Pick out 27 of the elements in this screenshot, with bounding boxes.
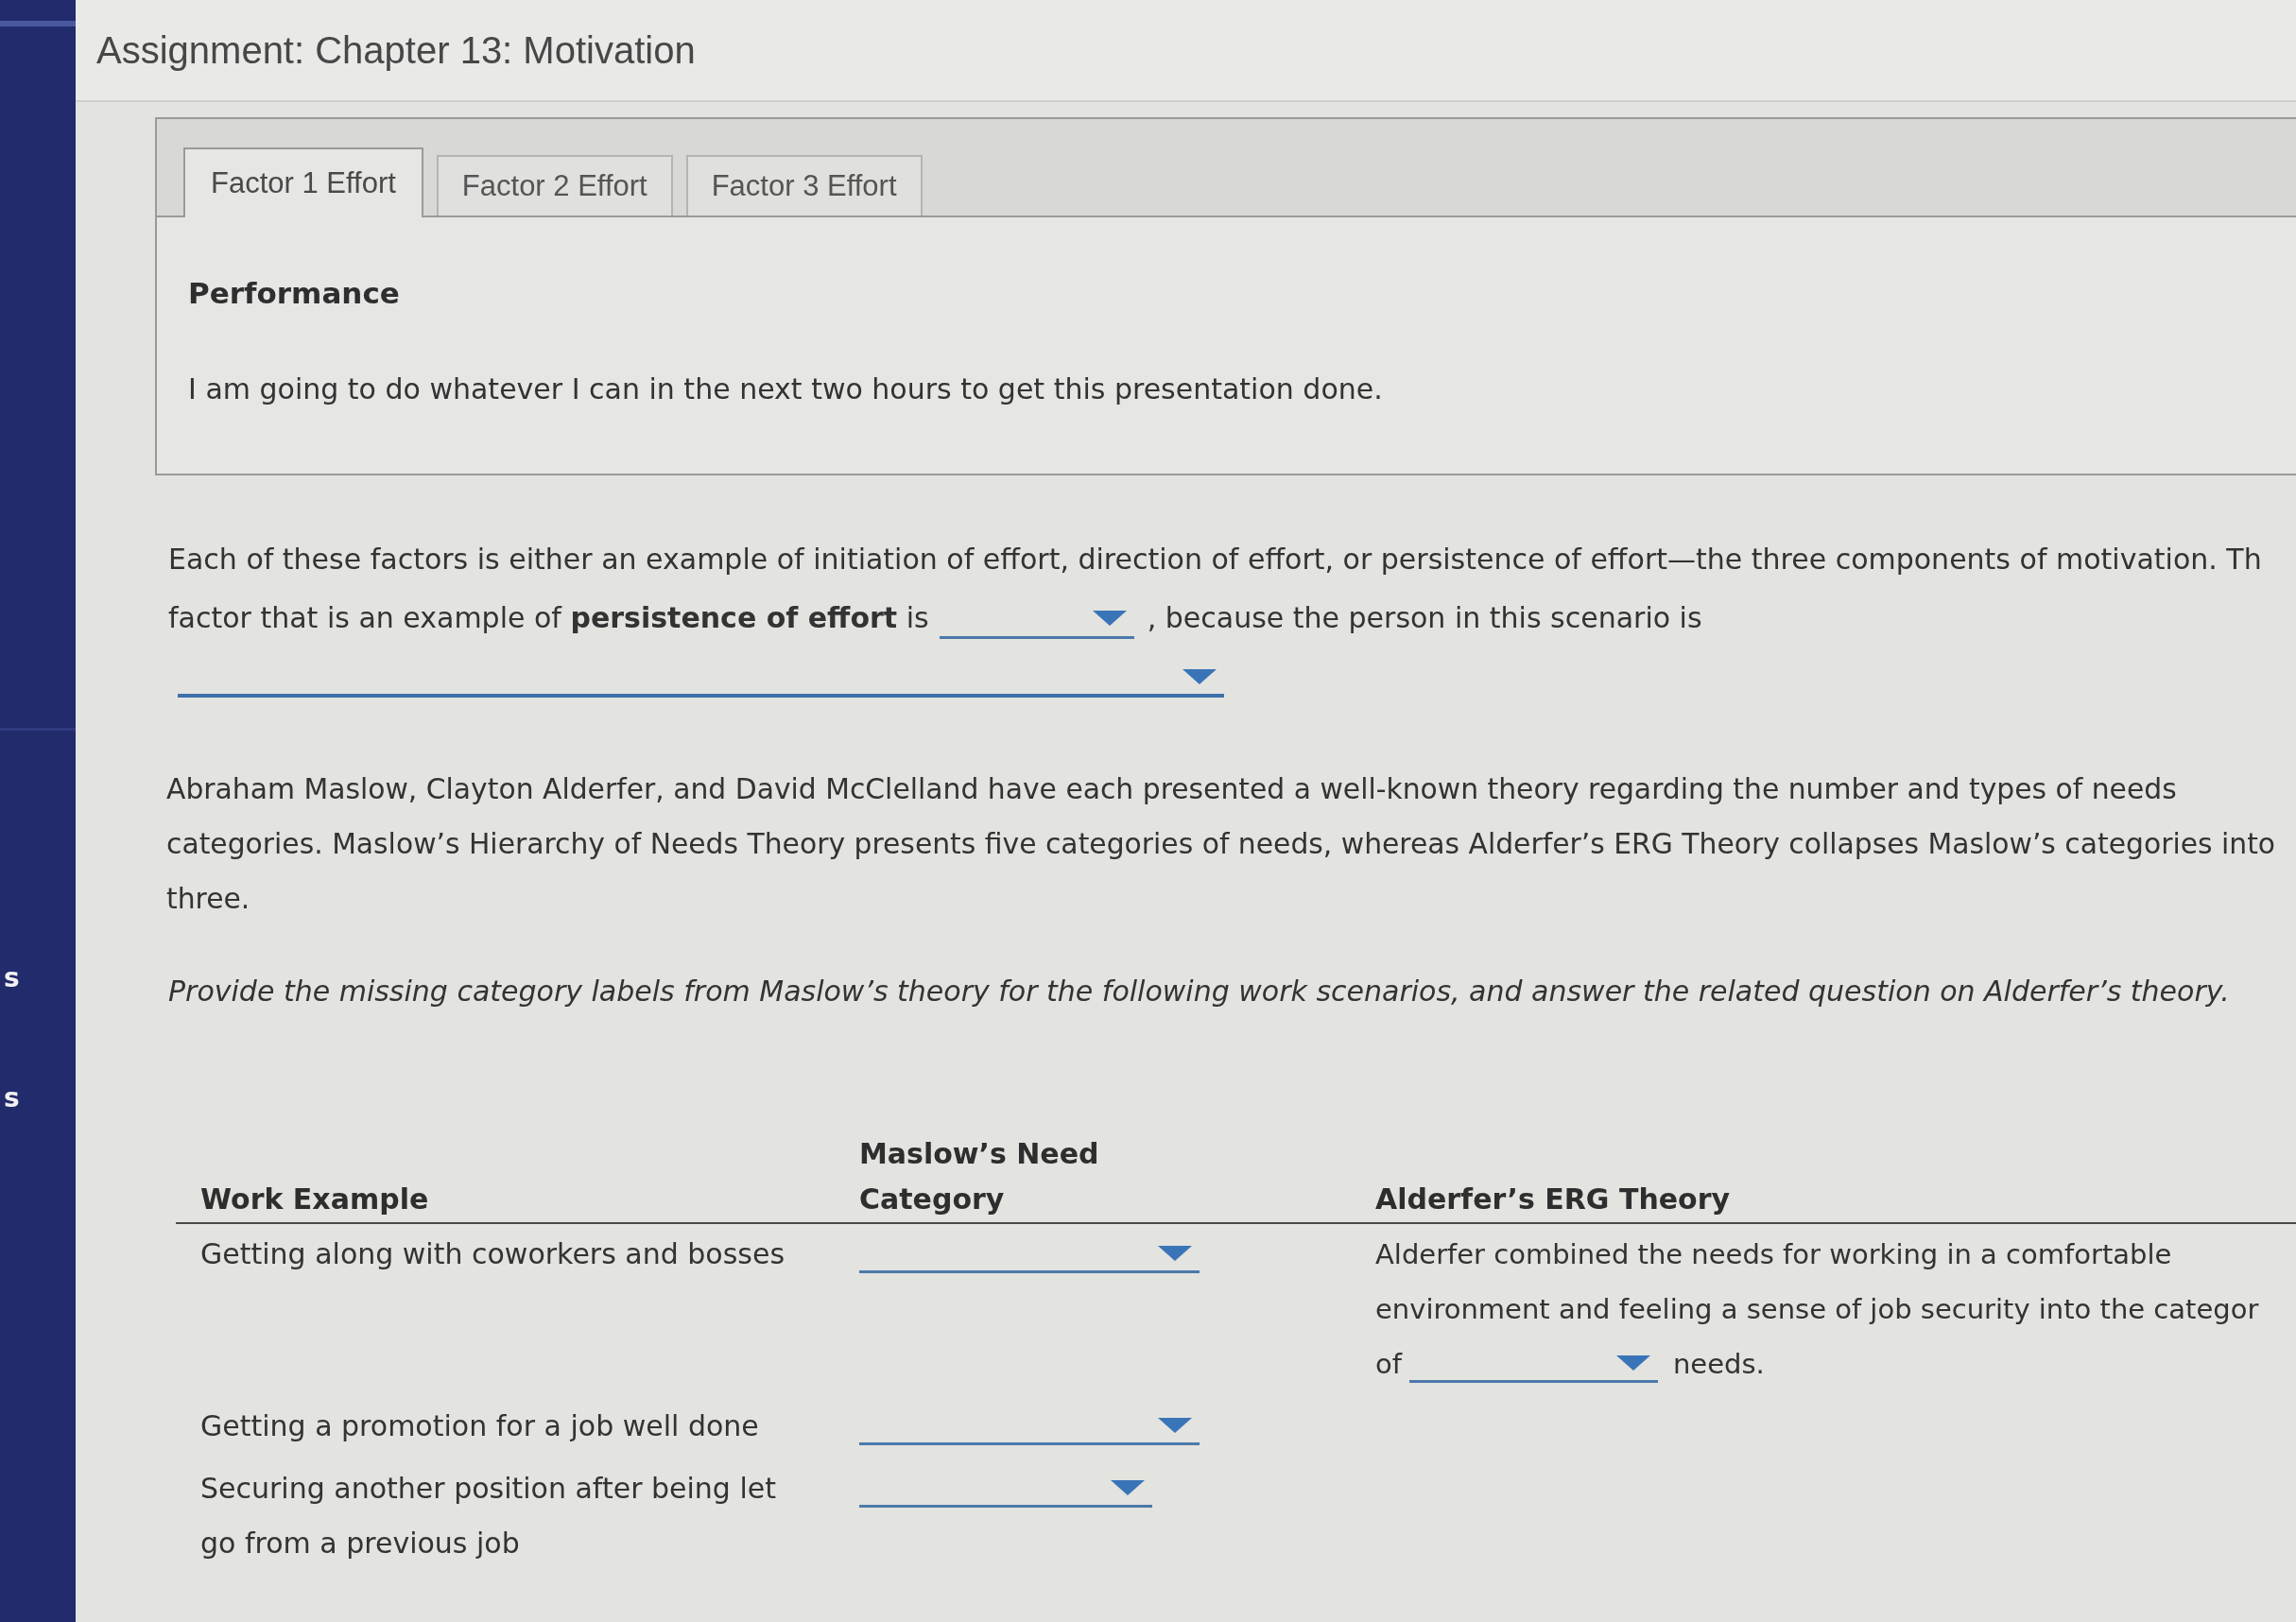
question-text: Each of these factors is either an example of initiation of effort, direction of effort, or persistence of effort—the three components of motivation. Th (168, 542, 2263, 578)
tab[interactable]: Factor 1 Effort (183, 147, 423, 217)
page-title: Assignment: Chapter 13: Motivation (96, 28, 696, 72)
caret-icon (1183, 668, 1217, 684)
question-text: , because the person in this scenario is (1147, 601, 1702, 634)
caret-icon (1158, 1245, 1192, 1261)
question-text: factor that is an example of persistence of effort is (168, 601, 929, 634)
scenario-heading: Performance (188, 275, 401, 311)
tab[interactable]: Factor 3 Effort (685, 155, 923, 216)
instructions-text: Provide the missing category labels from Maslow’s theory for the following work scenarios, and answer the related question on Alderfer’s theory. (168, 974, 2231, 1009)
column-header: Alderfer’s ERG Theory (1375, 1182, 1732, 1217)
question-text: needs. (1672, 1347, 1765, 1382)
caret-icon (1615, 1355, 1650, 1371)
sidebar-item[interactable]: s (4, 1084, 20, 1113)
intro-paragraph: Abraham Maslow, Clayton Alderfer, and David McClelland have each presented a well-known theory regarding the number and types of needs categories. Maslow’s Hierarchy of Needs Theory presents five categories of needs, whereas Alderfer’s ERG Theory collapses Maslow’s categories into three. (166, 771, 2277, 917)
table-cell-text: Getting along with coworkers and bosses (199, 1236, 786, 1272)
table-cell-text: Securing another position after being let go from a previous job (199, 1471, 777, 1562)
caret-icon (1111, 1479, 1145, 1495)
caret-icon (1158, 1417, 1192, 1433)
caret-icon (1092, 611, 1127, 626)
sidebar-item[interactable]: s (4, 964, 20, 992)
scenario-text: I am going to do whatever I can in the next two hours to get this presentation done. (188, 371, 1384, 407)
column-header: Maslow’s Need Category (859, 1136, 1100, 1217)
table-cell-text: Getting a promotion for a job well done (199, 1408, 760, 1444)
question-text: of (1375, 1347, 1402, 1382)
column-header: Work Example (199, 1182, 430, 1217)
tab[interactable]: Factor 2 Effort (436, 155, 673, 216)
